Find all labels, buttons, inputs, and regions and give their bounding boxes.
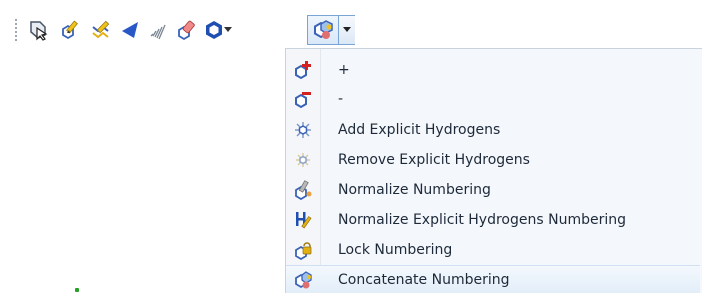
wedge-bond-icon [122, 22, 138, 38]
remove-number-icon [286, 84, 320, 113]
wedge-bond-tool-button[interactable] [117, 17, 143, 43]
menu-item-normalize-numbering[interactable]: Normalize Numbering [286, 175, 700, 204]
atom-edit-tool-button[interactable] [57, 17, 83, 43]
menu-item-add-number[interactable]: + [286, 55, 700, 84]
hash-bond-tool-button[interactable] [145, 17, 171, 43]
menu-item-label: Remove Explicit Hydrogens [338, 151, 530, 168]
normalize-numbering-icon [286, 175, 320, 204]
menu-item-concatenate-numbering[interactable]: Concatenate Numbering [286, 265, 700, 293]
pencil-ring-icon [62, 20, 78, 40]
canvas-atom-marker [75, 288, 79, 292]
numbering-dropdown-button[interactable] [338, 16, 355, 44]
lock-numbering-icon [286, 235, 320, 264]
add-number-icon [286, 55, 320, 84]
menu-item-label: Lock Numbering [338, 241, 453, 258]
small-dropdown-arrow-icon [224, 27, 232, 32]
hash-bond-icon [150, 24, 166, 40]
numbering-ring-icon [314, 20, 333, 39]
menu-item-remove-number[interactable]: - [286, 84, 700, 113]
select-tool-button[interactable] [25, 17, 51, 43]
application-canvas: + - Add Explicit Hydrogens Remove Explic… [0, 0, 702, 293]
hydrogen-numbering-icon [286, 205, 320, 234]
menu-item-lock-numbering[interactable]: Lock Numbering [286, 235, 700, 264]
add-hydrogens-icon [286, 115, 320, 144]
numbering-split-button [307, 15, 355, 45]
select-arrow-icon [30, 21, 48, 41]
menu-item-add-explicit-hydrogens[interactable]: Add Explicit Hydrogens [286, 115, 700, 144]
menu-item-label: - [338, 90, 344, 107]
menu-item-label: Concatenate Numbering [338, 271, 510, 288]
chain-tool-button[interactable] [88, 17, 114, 43]
eraser-icon [178, 20, 195, 41]
ring-dropdown-button[interactable] [222, 17, 234, 43]
menu-item-remove-explicit-hydrogens[interactable]: Remove Explicit Hydrogens [286, 145, 700, 174]
concatenate-numbering-icon [286, 265, 320, 293]
menu-item-label: Normalize Explicit Hydrogens Numbering [338, 211, 626, 228]
chain-icon [92, 20, 110, 39]
drawing-toolbar [13, 13, 355, 47]
menu-item-label: Add Explicit Hydrogens [338, 121, 501, 138]
dropdown-arrow-icon [343, 27, 351, 32]
toolbar-grip[interactable] [14, 18, 18, 43]
menu-item-label: + [338, 61, 350, 78]
menu-item-normalize-explicit-hydrogens-numbering[interactable]: Normalize Explicit Hydrogens Numbering [286, 205, 700, 234]
numbering-tool-button[interactable] [308, 16, 338, 44]
menu-item-label: Normalize Numbering [338, 181, 491, 198]
numbering-dropdown-menu: + - Add Explicit Hydrogens Remove Explic… [285, 48, 702, 293]
erase-tool-button[interactable] [173, 17, 199, 43]
remove-hydrogens-icon [286, 145, 320, 174]
